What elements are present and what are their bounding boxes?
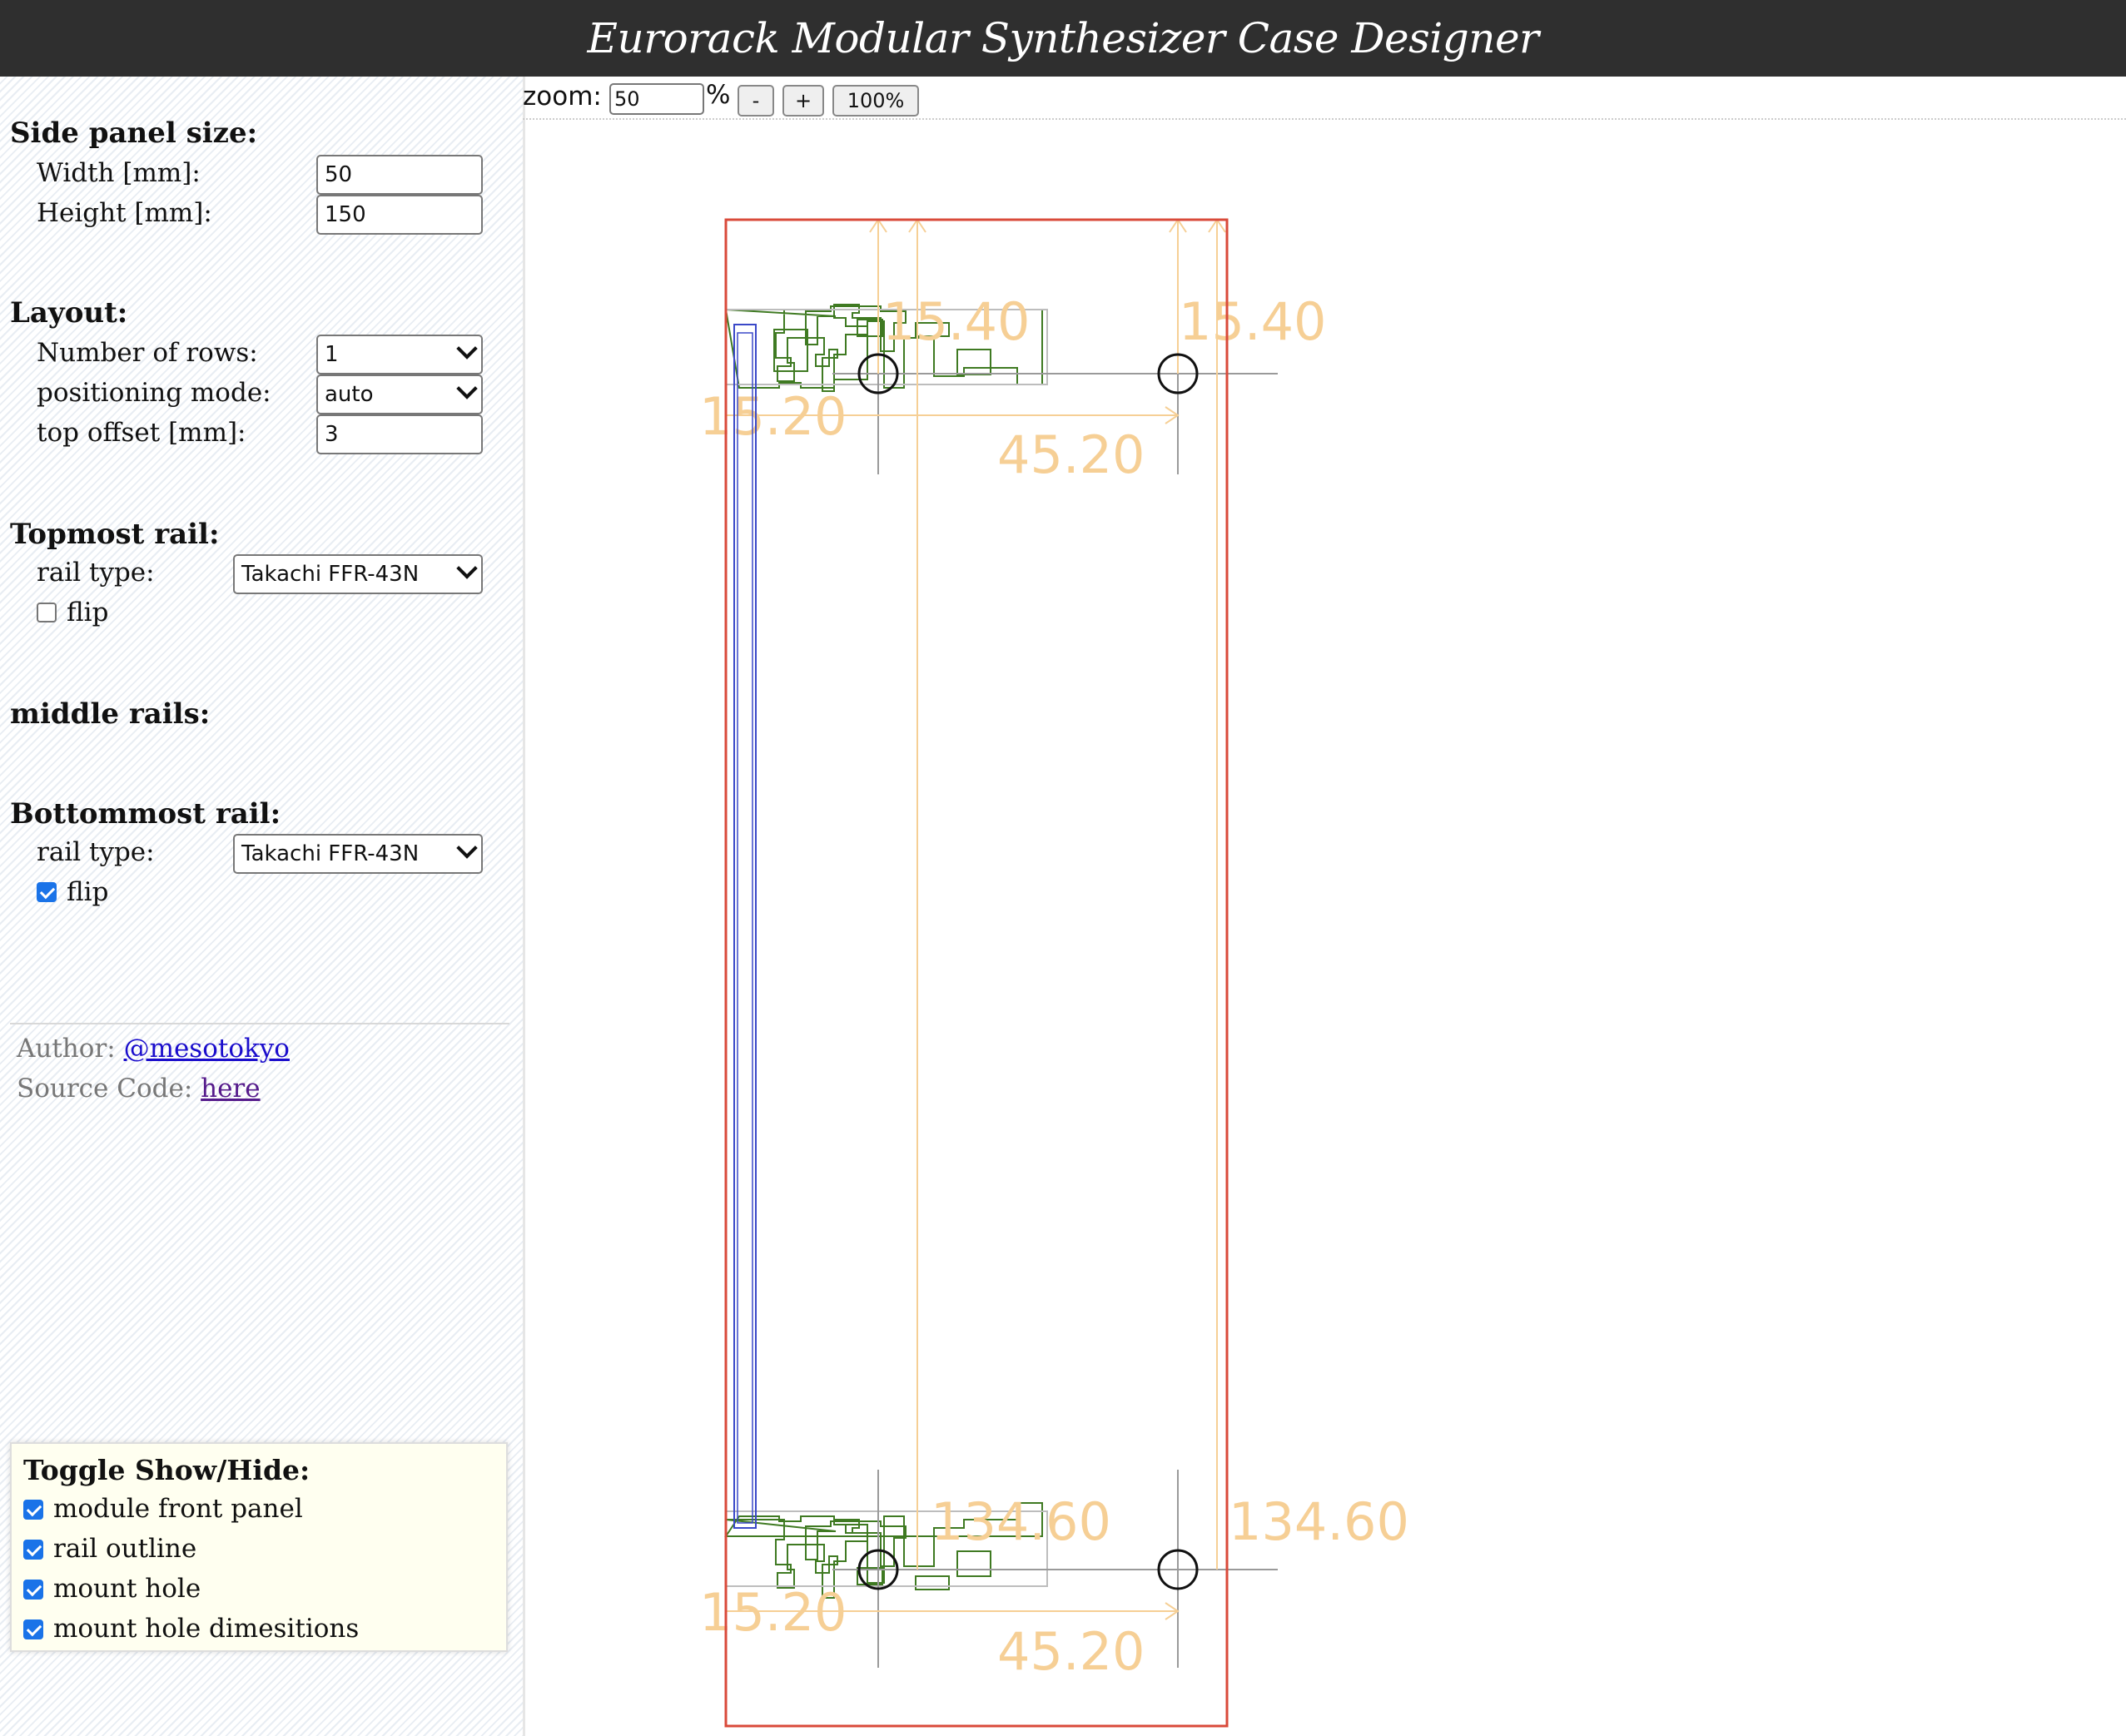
bottommost-rail-flip-label: flip xyxy=(67,877,109,907)
topmost-rail-type-value: Takachi FFR-43N xyxy=(241,562,420,587)
top-left-dimension-label: 15.40 xyxy=(882,291,1031,352)
rows-select-value: 1 xyxy=(325,342,339,367)
toggle-module-front-panel-label: module front panel xyxy=(53,1494,303,1524)
side-panel-heading: Side panel size: xyxy=(10,117,258,150)
top-span-dimension-label: 45.20 xyxy=(997,424,1145,485)
top-side-dimension-label: 15.20 xyxy=(699,386,847,447)
width-input[interactable]: 50 xyxy=(316,155,483,195)
middle-rails-heading: middle rails: xyxy=(10,697,211,731)
design-canvas[interactable]: 15.40 15.40 15.20 45.20 134.60 134.60 15… xyxy=(524,120,2123,1734)
chevron-down-icon xyxy=(456,558,478,579)
toggle-module-front-panel-checkbox[interactable] xyxy=(23,1500,43,1520)
author-label: Author: xyxy=(17,1034,116,1064)
zoom-toolbar: zoom: 50 % - + 100% xyxy=(523,77,2126,120)
toggle-mount-hole-dimensions-label: mount hole dimesitions xyxy=(53,1614,360,1644)
module-front-panel-inner xyxy=(737,332,753,1524)
height-input[interactable]: 150 xyxy=(316,195,483,235)
bottommost-rail-type-label: rail type: xyxy=(37,837,155,867)
zoom-label: zoom: xyxy=(523,82,602,112)
zoom-in-button[interactable]: + xyxy=(782,85,824,117)
divider xyxy=(10,1023,509,1024)
zoom-input[interactable]: 50 xyxy=(609,83,704,115)
bottommost-rail-flip-checkbox[interactable] xyxy=(37,882,57,902)
zoom-unit: % xyxy=(706,80,731,110)
chevron-down-icon xyxy=(456,837,478,859)
author-line: Author: @mesotokyo xyxy=(17,1034,290,1064)
top-offset-label: top offset [mm]: xyxy=(37,418,246,448)
bottom-span-dimension-label: 45.20 xyxy=(997,1621,1145,1682)
topmost-rail-type-label: rail type: xyxy=(37,558,155,588)
rows-select[interactable]: 1 xyxy=(316,335,483,374)
source-line: Source Code: here xyxy=(17,1074,261,1104)
source-label: Source Code: xyxy=(17,1074,193,1104)
toggle-rail-outline-label: rail outline xyxy=(53,1534,197,1564)
topmost-rail-flip-checkbox[interactable] xyxy=(37,603,57,622)
rows-label: Number of rows: xyxy=(37,338,258,368)
source-link[interactable]: here xyxy=(201,1074,260,1104)
toggle-mount-hole-checkbox[interactable] xyxy=(23,1580,43,1600)
bottom-right-dimension-label: 134.60 xyxy=(1229,1491,1409,1552)
toggle-rail-outline-checkbox[interactable] xyxy=(23,1540,43,1560)
width-label: Width [mm]: xyxy=(37,158,201,188)
toggle-heading: Toggle Show/Hide: xyxy=(23,1454,310,1486)
chevron-down-icon xyxy=(456,338,478,360)
positioning-mode-label: positioning mode: xyxy=(37,378,271,408)
height-label: Height [mm]: xyxy=(37,198,212,228)
zoom-out-button[interactable]: - xyxy=(738,85,774,117)
topmost-rail-flip-label: flip xyxy=(67,598,109,627)
author-link[interactable]: @mesotokyo xyxy=(124,1034,290,1064)
bottommost-rail-type-select[interactable]: Takachi FFR-43N xyxy=(233,834,483,874)
hole-axis-lines xyxy=(832,330,1278,1668)
top-offset-input[interactable]: 3 xyxy=(316,414,483,454)
top-right-dimension-label: 15.40 xyxy=(1179,291,1327,352)
positioning-mode-select[interactable]: auto xyxy=(316,374,483,414)
toggle-mount-hole-label: mount hole xyxy=(53,1574,201,1604)
topmost-rail-heading: Topmost rail: xyxy=(10,518,220,551)
chevron-down-icon xyxy=(456,378,478,399)
positioning-mode-value: auto xyxy=(325,382,374,407)
bottommost-rail-heading: Bottommost rail: xyxy=(10,797,281,831)
bottom-side-dimension-label: 15.20 xyxy=(699,1582,847,1643)
toggle-panel: Toggle Show/Hide: module front panel rai… xyxy=(10,1442,508,1652)
toggle-mount-hole-dimensions-checkbox[interactable] xyxy=(23,1619,43,1639)
app-title: Eurorack Modular Synthesizer Case Design… xyxy=(0,0,2126,77)
topmost-rail-type-select[interactable]: Takachi FFR-43N xyxy=(233,554,483,594)
zoom-reset-button[interactable]: 100% xyxy=(832,85,919,117)
layout-heading: Layout: xyxy=(10,296,128,330)
bottom-left-dimension-label: 134.60 xyxy=(931,1491,1111,1552)
bottommost-rail-type-value: Takachi FFR-43N xyxy=(241,841,420,866)
